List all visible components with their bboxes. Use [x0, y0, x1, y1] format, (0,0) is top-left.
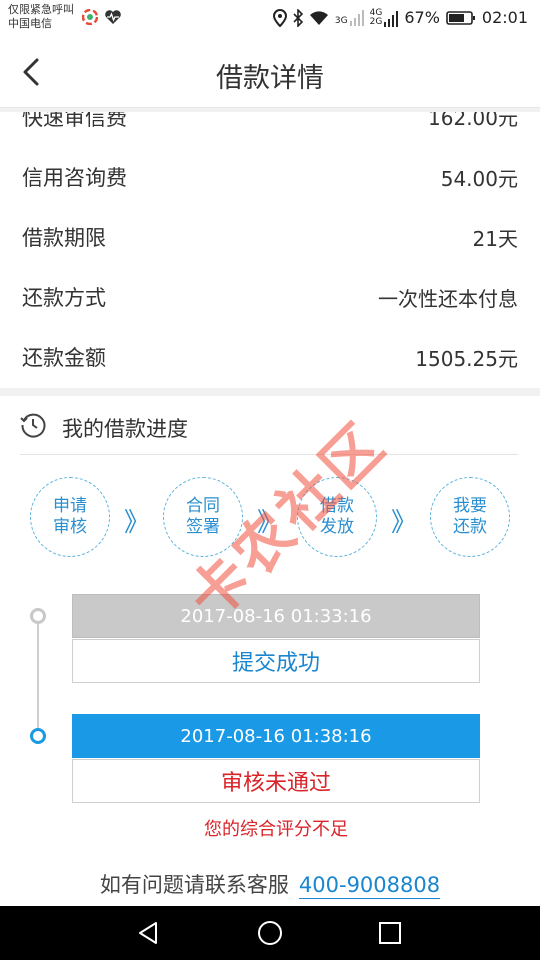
- cell-signal-2: 4G 2G: [370, 8, 399, 27]
- timeline-dot-active: [30, 728, 46, 744]
- signal-bars-icon: [384, 10, 399, 27]
- app-header: 借款详情: [0, 36, 540, 108]
- contact-text: 如有问题请联系客服: [99, 873, 289, 897]
- loan-info-list: 快速审信费 162.00元 信用咨询费 54.00元 借款期限 21天 还款方式…: [0, 112, 540, 388]
- health-heart-icon: [105, 10, 121, 24]
- nav-home-icon[interactable]: [255, 918, 285, 948]
- info-row: 还款方式 一次性还本付息: [0, 268, 540, 328]
- clock-history-icon: [20, 413, 46, 438]
- cell-signal-1: 3G: [335, 9, 364, 26]
- signal-bars-icon: [349, 9, 364, 26]
- battery-percent: 67%: [404, 8, 440, 27]
- wifi-icon: [309, 10, 328, 25]
- progress-header: 我的借款进度: [0, 396, 540, 456]
- failure-reason: 您的综合评分不足: [204, 819, 348, 840]
- carrier-info: 仅限紧急呼叫 中国电信: [8, 3, 74, 31]
- progress-title: 我的借款进度: [62, 417, 188, 441]
- page-title: 借款详情: [216, 63, 324, 94]
- info-value: 一次性还本付息: [378, 287, 518, 311]
- step-arrow: 》: [124, 508, 151, 538]
- step-apply-review: 申请 审核: [30, 477, 110, 557]
- info-value: 162.00元: [428, 112, 518, 130]
- info-value: 21天: [472, 227, 518, 251]
- clock-time: 02:01: [481, 8, 528, 27]
- service-phone-link[interactable]: 400-9008808: [298, 873, 441, 899]
- contact-line: 如有问题请联系客服 400-9008808: [0, 869, 540, 899]
- info-row: 借款期限 21天: [0, 208, 540, 268]
- info-row: 还款金额 1505.25元: [0, 328, 540, 388]
- nav-recents-icon[interactable]: [375, 918, 405, 948]
- timeline-status-failed: 审核未通过: [72, 759, 480, 803]
- timeline-time: 2017-08-16 01:33:16: [72, 594, 480, 638]
- battery-icon: [446, 10, 475, 25]
- emergency-text: 仅限紧急呼叫: [8, 3, 74, 16]
- system-nav-bar: [0, 906, 540, 960]
- step-loan-disburse: 借款 发放: [297, 477, 377, 557]
- info-label: 借款期限: [22, 226, 106, 250]
- step-arrow: 》: [257, 508, 284, 538]
- info-label: 信用咨询费: [22, 166, 127, 190]
- timeline-line: [37, 622, 39, 730]
- status-bar: 仅限紧急呼叫 中国电信 3G 4G 2G 67% 02:01: [0, 0, 540, 36]
- carrier-text: 中国电信: [8, 17, 52, 30]
- timeline-time-active: 2017-08-16 01:38:16: [72, 714, 480, 758]
- progress-divider: [20, 454, 518, 455]
- nav-back-icon[interactable]: [134, 918, 164, 948]
- info-label: 还款金额: [22, 346, 106, 370]
- info-value: 1505.25元: [415, 347, 518, 371]
- step-contract-sign: 合同 签署: [163, 477, 243, 557]
- info-row: 信用咨询费 54.00元: [0, 148, 540, 208]
- notification-icons: [82, 9, 122, 25]
- timeline-dot: [30, 608, 46, 624]
- timeline-status: 提交成功: [72, 639, 480, 683]
- info-row: 快速审信费 162.00元: [0, 112, 540, 148]
- info-value: 54.00元: [440, 167, 518, 191]
- bluetooth-icon: [293, 8, 303, 27]
- step-repay[interactable]: 我要 还款: [430, 477, 510, 557]
- app-notification-icon: [82, 9, 98, 25]
- location-icon: [272, 8, 287, 27]
- info-label: 快速审信费: [22, 112, 127, 130]
- step-arrow: 》: [391, 508, 418, 538]
- system-icons: 3G 4G 2G 67% 02:01: [272, 8, 528, 27]
- info-label: 还款方式: [22, 286, 106, 310]
- section-divider: [0, 388, 540, 396]
